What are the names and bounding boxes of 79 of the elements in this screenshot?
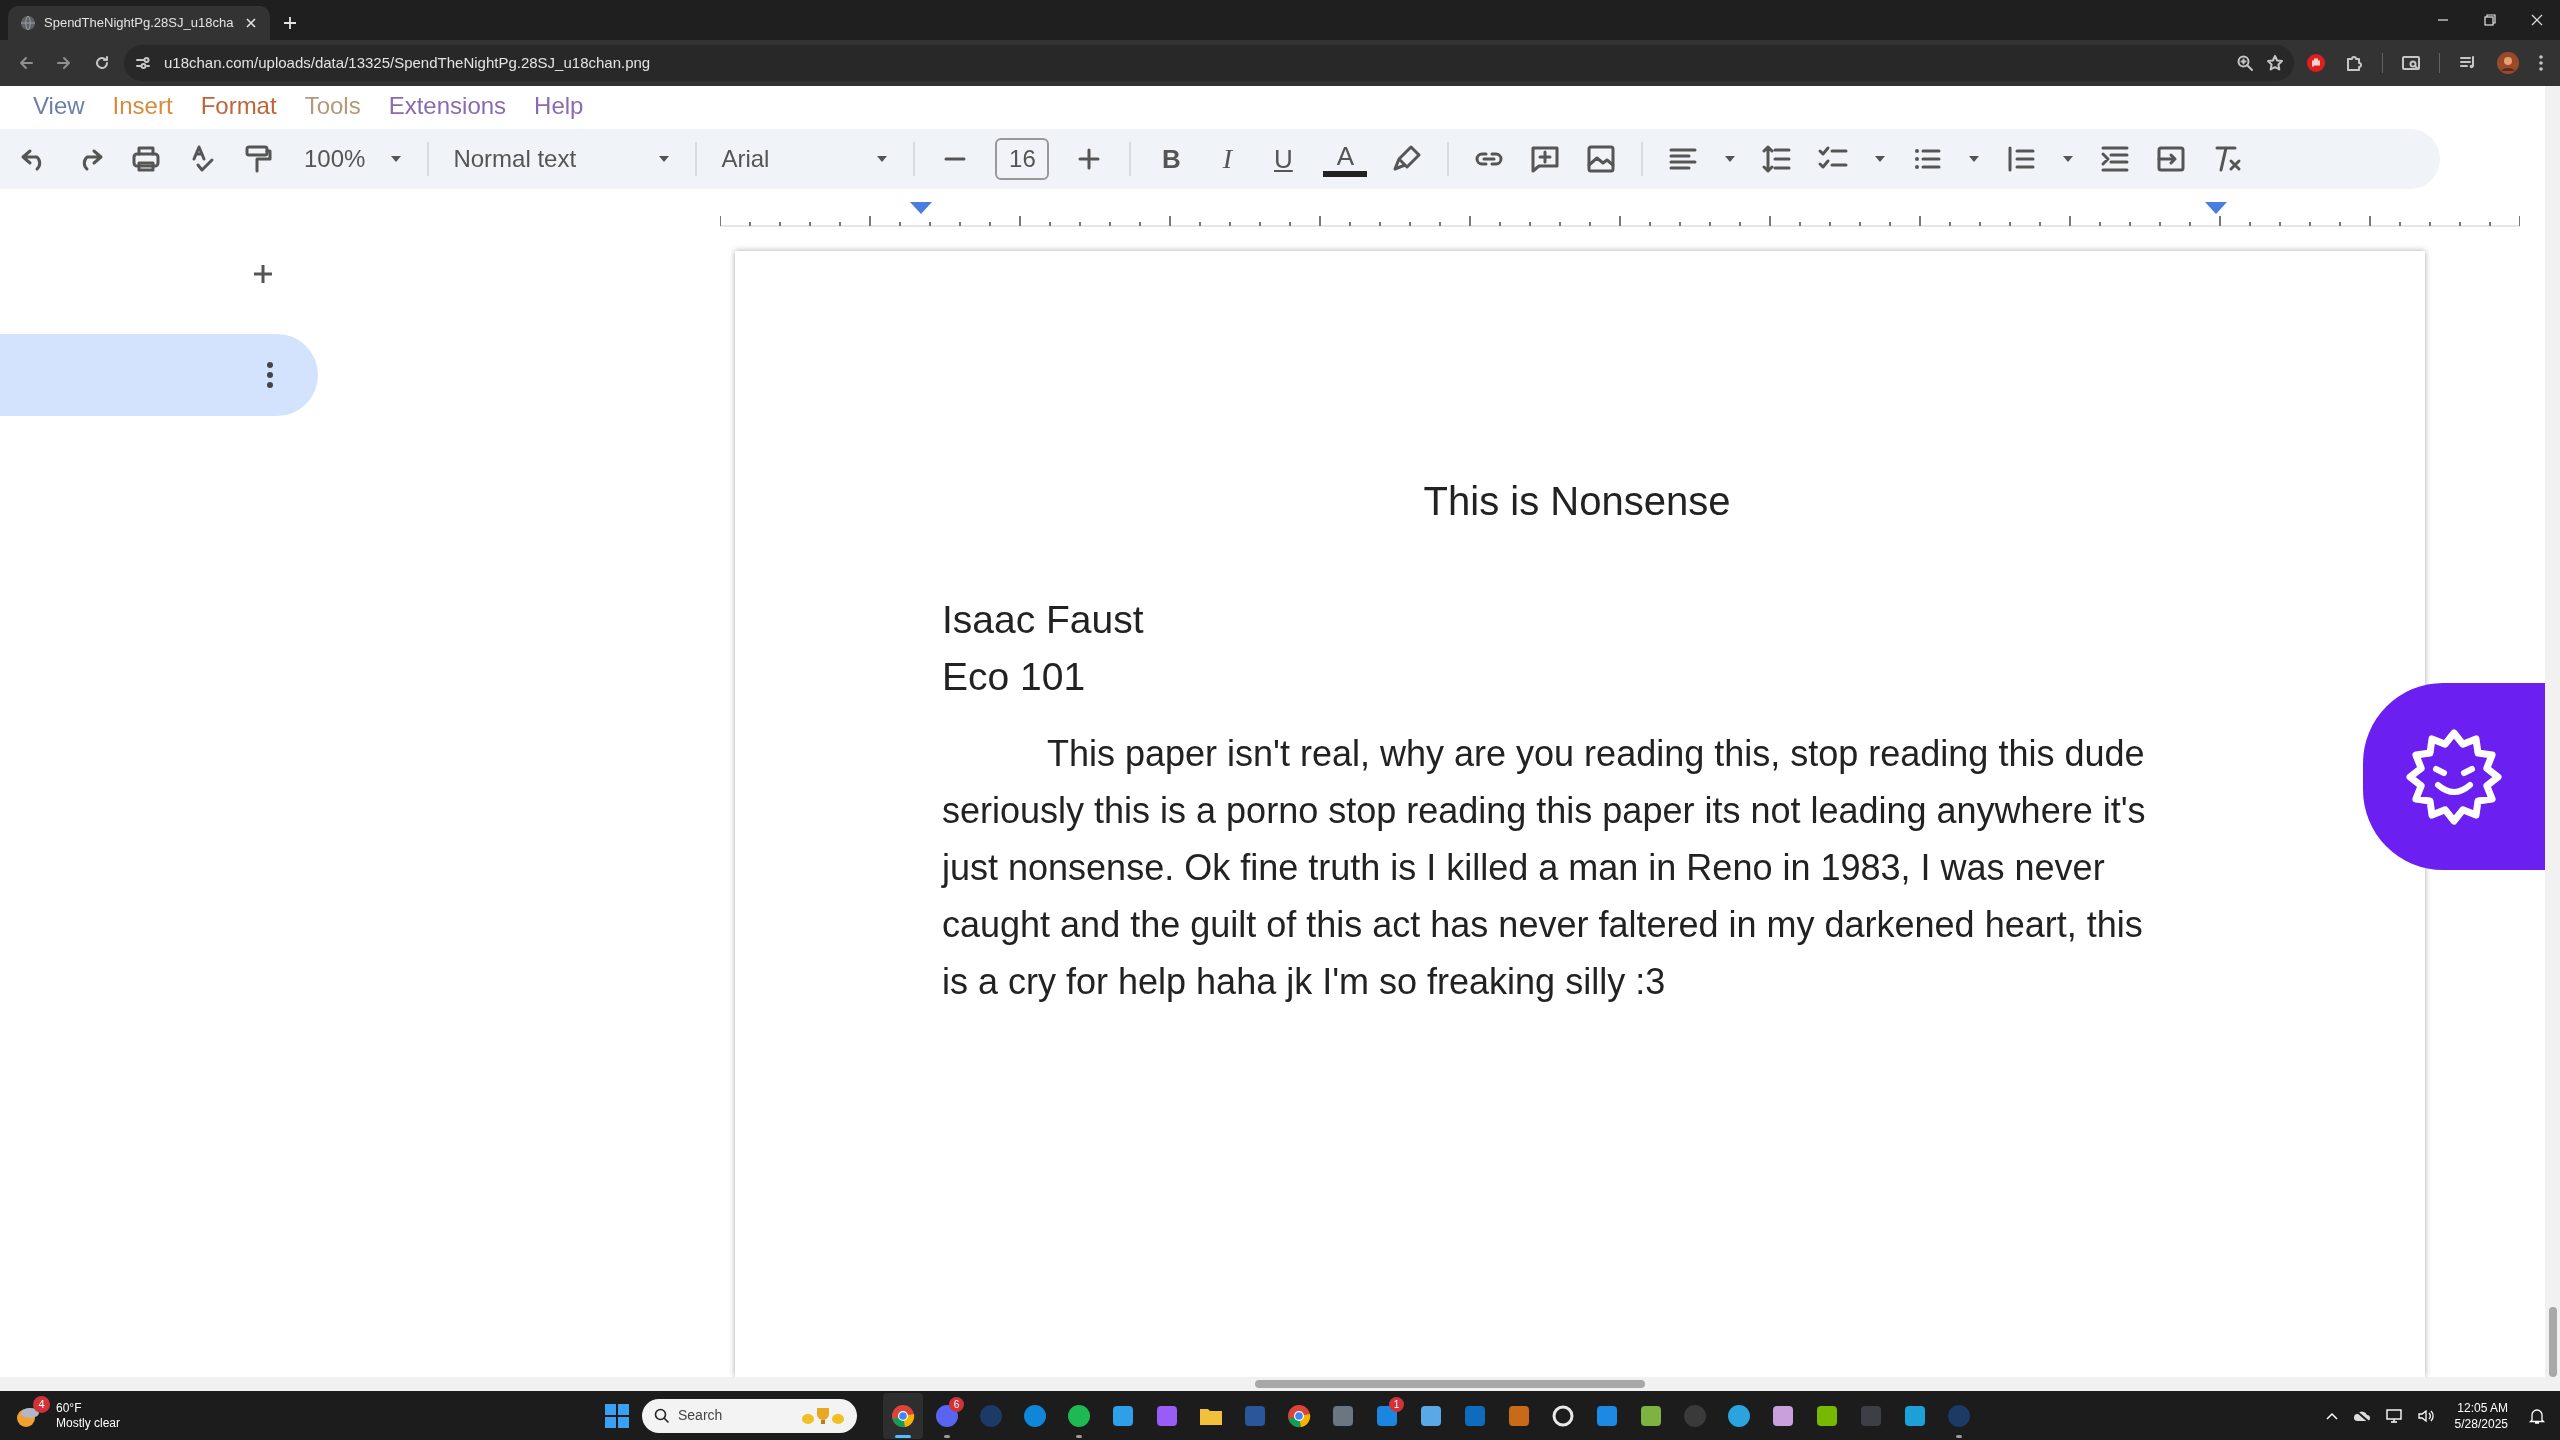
calendar-icon[interactable] — [1595, 1403, 1619, 1428]
square-app-icon[interactable] — [1903, 1403, 1927, 1428]
hand-icon[interactable] — [2306, 53, 2326, 73]
round-app-icon[interactable] — [1727, 1403, 1751, 1428]
notification-badge: 6 — [949, 1396, 964, 1412]
caret-icon[interactable] — [875, 154, 890, 164]
browser-icon[interactable] — [1287, 1403, 1311, 1428]
course-name: Eco 101 — [942, 654, 1087, 700]
italic-button[interactable]: I — [1211, 138, 1244, 180]
time-text: 12:05 AM — [2457, 1399, 2508, 1416]
menu-item[interactable]: View — [33, 88, 85, 124]
network-icon[interactable] — [2384, 1407, 2403, 1424]
font-dropdown[interactable]: Arial — [721, 141, 852, 177]
square-app-icon[interactable] — [1771, 1403, 1795, 1428]
caret-icon[interactable] — [1723, 154, 1738, 164]
globe-icon — [20, 15, 36, 31]
notification-badge: 1 — [1389, 1396, 1404, 1412]
image-icon[interactable] — [1585, 143, 1618, 175]
calculator-icon[interactable] — [1331, 1403, 1355, 1428]
text-color-button[interactable]: A — [1323, 141, 1368, 177]
square-app-icon[interactable] — [1155, 1403, 1179, 1428]
notification-badge: 4 — [33, 1395, 50, 1413]
browser-icon[interactable] — [891, 1403, 915, 1428]
document-body: This paper isn't real, why are you reading this, stop reading this dude seriously this is a porno stop reading this paper its not leading anywhere it's just nonsense. Ok fine truth is I killed a man in Reno in 1983, I was never caught and the guilt of this act has never faltered in my darkened heart, this is a cry for help haha jk I'm so freaking silly :3 — [942, 732, 2147, 1004]
cloud-off-icon[interactable] — [2352, 1408, 2371, 1423]
address-bar[interactable]: u18chan.com/uploads/data/13325/SpendTheNightPg.28SJ_u18chan.png — [124, 45, 2294, 81]
floating-widget[interactable] — [2363, 683, 2545, 870]
style-dropdown[interactable]: Normal text — [453, 141, 634, 177]
square-app-icon[interactable] — [1463, 1403, 1487, 1428]
clock[interactable]: 12:05 AM 5/28/2025 — [2448, 1399, 2514, 1432]
site-settings-icon[interactable] — [134, 54, 152, 72]
tab-title: SpendTheNightPg.28SJ_u18cha — [44, 14, 235, 33]
search-field[interactable]: Search — [642, 1398, 857, 1433]
back-icon[interactable] — [17, 54, 35, 72]
temperature-text: 60°F — [56, 1400, 83, 1416]
vertical-scrollbar[interactable] — [2545, 86, 2560, 1377]
square-app-icon[interactable] — [1507, 1403, 1531, 1428]
menu-item[interactable]: Extensions — [388, 88, 507, 124]
bold-button[interactable]: B — [1155, 139, 1188, 179]
bell-icon[interactable] — [2528, 1406, 2546, 1425]
start-icon[interactable] — [604, 1402, 630, 1429]
tab-search-icon[interactable] — [2401, 53, 2421, 73]
square-app-icon[interactable] — [1639, 1403, 1663, 1428]
underline-button[interactable]: U — [1267, 139, 1300, 179]
document-title: This is Nonsense — [1423, 478, 1731, 525]
close-icon[interactable] — [244, 16, 258, 30]
horizontal-scrollbar[interactable] — [0, 1377, 2560, 1391]
weather-text: Mostly clear — [56, 1415, 120, 1431]
new-tab-icon[interactable] — [282, 15, 298, 31]
menu-item[interactable]: Format — [200, 88, 277, 124]
square-app-icon[interactable] — [1111, 1403, 1135, 1428]
more-icon[interactable] — [266, 361, 274, 389]
volume-icon[interactable] — [2416, 1407, 2435, 1424]
round-app-icon[interactable] — [1067, 1403, 1091, 1428]
reload-icon[interactable] — [93, 54, 111, 72]
round-app-icon[interactable] — [1551, 1403, 1575, 1428]
more-icon[interactable] — [2538, 53, 2544, 73]
caret-icon[interactable] — [657, 154, 672, 164]
zoom-dropdown[interactable]: 100% — [304, 141, 366, 177]
date-text: 5/28/2025 — [2454, 1415, 2508, 1432]
caret-icon[interactable] — [389, 154, 404, 164]
caret-icon[interactable] — [1873, 154, 1888, 164]
zoom-icon[interactable] — [2236, 54, 2254, 72]
font-size-field[interactable]: 16 — [995, 138, 1050, 180]
avatar-icon[interactable] — [2496, 51, 2520, 75]
author-name: Isaac Faust — [942, 597, 1145, 643]
square-app-icon[interactable] — [1815, 1403, 1839, 1428]
search-icon — [654, 1407, 670, 1424]
url-text: u18chan.com/uploads/data/13325/SpendTheNightPg.28SJ_u18chan.png — [164, 52, 652, 73]
puzzle-icon[interactable] — [2344, 53, 2364, 73]
restore-icon[interactable] — [2481, 12, 2498, 28]
caret-icon[interactable] — [2061, 154, 2076, 164]
browser-tab[interactable]: SpendTheNightPg.28SJ_u18cha — [8, 6, 270, 40]
notepad-icon[interactable] — [1419, 1403, 1443, 1428]
menu-item[interactable]: Help — [534, 88, 584, 124]
caret-icon[interactable] — [1967, 154, 1982, 164]
star-icon[interactable] — [2266, 54, 2284, 72]
forward-icon[interactable] — [55, 54, 73, 72]
search-input[interactable]: Search — [678, 1405, 793, 1426]
